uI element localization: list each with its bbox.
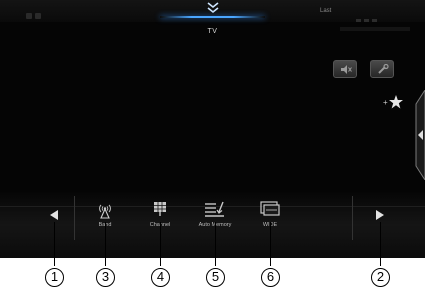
channel-grid-icon — [154, 202, 166, 216]
svg-text:+: + — [383, 98, 388, 107]
add-favorite-star-icon[interactable]: + — [383, 94, 403, 110]
callout-1: 1 — [45, 268, 64, 287]
status-source-text: Last — [320, 8, 332, 14]
callout-line-2 — [380, 222, 381, 266]
callout-6: 6 — [261, 268, 280, 287]
speaker-mute-icon — [341, 65, 352, 74]
divider-right — [352, 196, 353, 240]
status-bar: Last — [0, 0, 425, 22]
settings-button[interactable] — [370, 60, 394, 78]
antenna-icon — [99, 204, 111, 219]
callout-line-1 — [54, 222, 55, 266]
wrench-icon — [378, 64, 389, 74]
title-info-strip — [340, 27, 410, 31]
callout-line-3 — [105, 222, 106, 266]
callout-line-6 — [270, 222, 271, 266]
home-chevron-icon[interactable] — [204, 1, 222, 17]
home-bar — [160, 16, 265, 18]
callout-5: 5 — [206, 268, 225, 287]
triangle-left-icon — [50, 210, 58, 220]
triangle-right-icon — [376, 210, 384, 220]
callout-line-4 — [160, 222, 161, 266]
device-screen: Last TV + Auto Memory — [0, 0, 425, 258]
wide-screen-icon — [260, 201, 280, 216]
auto-memory-icon — [205, 201, 224, 217]
callout-4: 4 — [151, 268, 170, 287]
callout-3: 3 — [96, 268, 115, 287]
callout-line-5 — [215, 222, 216, 266]
prev-button[interactable] — [46, 207, 62, 223]
callout-2: 2 — [371, 268, 390, 287]
side-panel-tab[interactable] — [404, 90, 425, 180]
status-icons — [356, 9, 380, 27]
status-indicators — [26, 6, 48, 19]
divider-left — [74, 196, 75, 240]
next-button[interactable] — [372, 207, 388, 223]
mute-button[interactable] — [333, 60, 357, 78]
